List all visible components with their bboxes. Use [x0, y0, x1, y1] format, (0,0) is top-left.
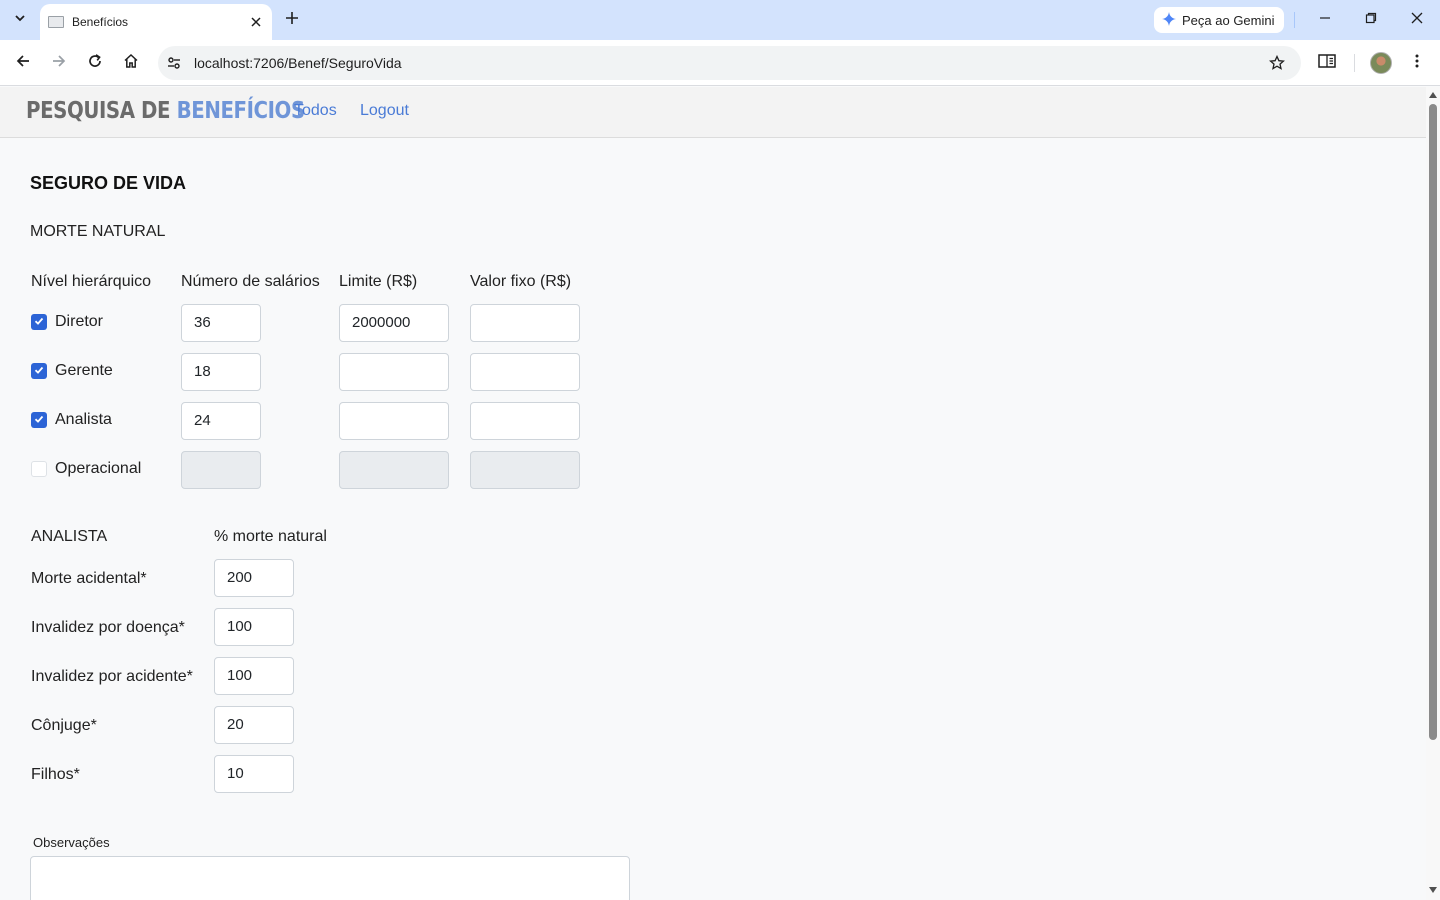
chevron-down-icon [14, 11, 26, 29]
divider [1294, 12, 1295, 28]
checkbox-operacional[interactable] [31, 461, 47, 477]
reload-icon [87, 53, 103, 74]
address-bar[interactable]: localhost:7206/Benef/SeguroVida [158, 46, 1301, 80]
filhos-input[interactable]: 10 [214, 755, 294, 793]
checkmark-icon [34, 313, 44, 331]
plus-icon [286, 11, 298, 29]
section-analista: ANALISTA [31, 528, 108, 545]
column-header-nivel: Nível hierárquico [31, 273, 152, 290]
browser-toolbar: localhost:7206/Benef/SeguroVida [0, 40, 1440, 86]
label-conjuge: Cônjuge* [31, 717, 97, 734]
morte-acidental-input[interactable]: 200 [214, 559, 294, 597]
label-analista: Analista [55, 411, 112, 428]
scroll-down-arrow-icon[interactable] [1428, 885, 1438, 895]
divider [1354, 54, 1355, 72]
page-title: SEGURO DE VIDA [30, 173, 187, 193]
book-icon [1318, 53, 1336, 74]
minimize-button[interactable] [1315, 10, 1335, 30]
scrollbar-thumb[interactable] [1429, 104, 1437, 740]
kebab-menu-icon [1415, 54, 1419, 73]
close-icon[interactable] [248, 14, 264, 30]
valor-fixo-input-analista[interactable] [470, 402, 580, 440]
gemini-button[interactable]: Peça ao Gemini [1154, 7, 1284, 33]
reading-mode-button[interactable] [1316, 52, 1338, 74]
limite-input-analista[interactable] [339, 402, 449, 440]
gemini-label: Peça ao Gemini [1182, 12, 1275, 28]
invalidez-doenca-input[interactable]: 100 [214, 608, 294, 646]
column-header-salarios: Número de salários [181, 273, 320, 290]
checkbox-diretor[interactable] [31, 314, 47, 330]
reload-button[interactable] [84, 52, 106, 74]
label-gerente: Gerente [55, 362, 113, 379]
menu-button[interactable] [1406, 52, 1428, 74]
salarios-input-operacional [181, 451, 261, 489]
home-button[interactable] [120, 52, 142, 74]
gemini-sparkle-icon [1162, 11, 1182, 29]
column-header-valor-fixo: Valor fixo (R$) [470, 273, 572, 290]
observacoes-textarea[interactable] [30, 856, 630, 900]
bookmark-star-icon[interactable] [1267, 53, 1287, 73]
arrow-left-icon [15, 53, 31, 74]
label-invalidez-acidente: Invalidez por acidente* [31, 668, 193, 685]
scroll-up-arrow-icon[interactable] [1428, 90, 1438, 100]
invalidez-acidente-input[interactable]: 100 [214, 657, 294, 695]
column-header-pct-morte-natural: % morte natural [214, 528, 327, 545]
favicon-icon [48, 16, 64, 28]
salarios-input-gerente[interactable]: 18 [181, 353, 261, 391]
close-window-button[interactable] [1407, 10, 1427, 30]
browser-tab[interactable]: Benefícios [40, 4, 272, 40]
salarios-input-diretor[interactable]: 36 [181, 304, 261, 342]
restore-icon [1365, 11, 1377, 29]
back-button[interactable] [12, 52, 34, 74]
valor-fixo-input-gerente[interactable] [470, 353, 580, 391]
label-operacional: Operacional [55, 460, 142, 477]
observacoes-label: Observações [33, 835, 110, 850]
limite-input-gerente[interactable] [339, 353, 449, 391]
avatar[interactable] [1370, 52, 1392, 74]
logo-text-part1: PESQUISA DE [26, 98, 177, 124]
home-icon [123, 53, 139, 74]
checkmark-icon [34, 411, 44, 429]
conjuge-input[interactable]: 20 [214, 706, 294, 744]
label-filhos: Filhos* [31, 766, 80, 783]
forward-button[interactable] [48, 52, 70, 74]
logo-text-part2: BENEFÍCIOS [176, 98, 306, 124]
checkmark-icon [34, 362, 44, 380]
limite-input-diretor[interactable]: 2000000 [339, 304, 449, 342]
tab-search-button[interactable] [8, 8, 32, 32]
url-text[interactable]: localhost:7206/Benef/SeguroVida [194, 55, 402, 71]
salarios-input-analista[interactable]: 24 [181, 402, 261, 440]
page-viewport: PESQUISA DE BENEFÍCIOS Todos Logout SEGU… [0, 87, 1426, 900]
arrow-right-icon [51, 53, 67, 74]
label-invalidez-doenca: Invalidez por doença* [31, 619, 185, 636]
section-morte-natural: MORTE NATURAL [30, 223, 166, 240]
valor-fixo-input-diretor[interactable] [470, 304, 580, 342]
site-navbar: PESQUISA DE BENEFÍCIOS Todos Logout [0, 87, 1426, 138]
nav-link-todos[interactable]: Todos [294, 102, 337, 120]
close-icon [1411, 11, 1423, 29]
label-morte-acidental: Morte acidental* [31, 570, 147, 587]
nav-link-logout[interactable]: Logout [360, 102, 409, 120]
page-scrollbar[interactable] [1426, 87, 1440, 900]
valor-fixo-input-operacional [470, 451, 580, 489]
restore-button[interactable] [1361, 10, 1381, 30]
limite-input-operacional [339, 451, 449, 489]
label-diretor: Diretor [55, 313, 104, 330]
column-header-limite: Limite (R$) [339, 273, 418, 290]
checkbox-gerente[interactable] [31, 363, 47, 379]
new-tab-button[interactable] [282, 10, 302, 30]
minimize-icon [1319, 11, 1331, 29]
site-info-icon[interactable] [164, 53, 184, 73]
checkbox-analista[interactable] [31, 412, 47, 428]
tab-title: Benefícios [72, 15, 129, 29]
site-logo[interactable]: PESQUISA DE BENEFÍCIOS [26, 98, 305, 124]
tab-strip: Benefícios Peça ao Gemini [0, 0, 1440, 40]
